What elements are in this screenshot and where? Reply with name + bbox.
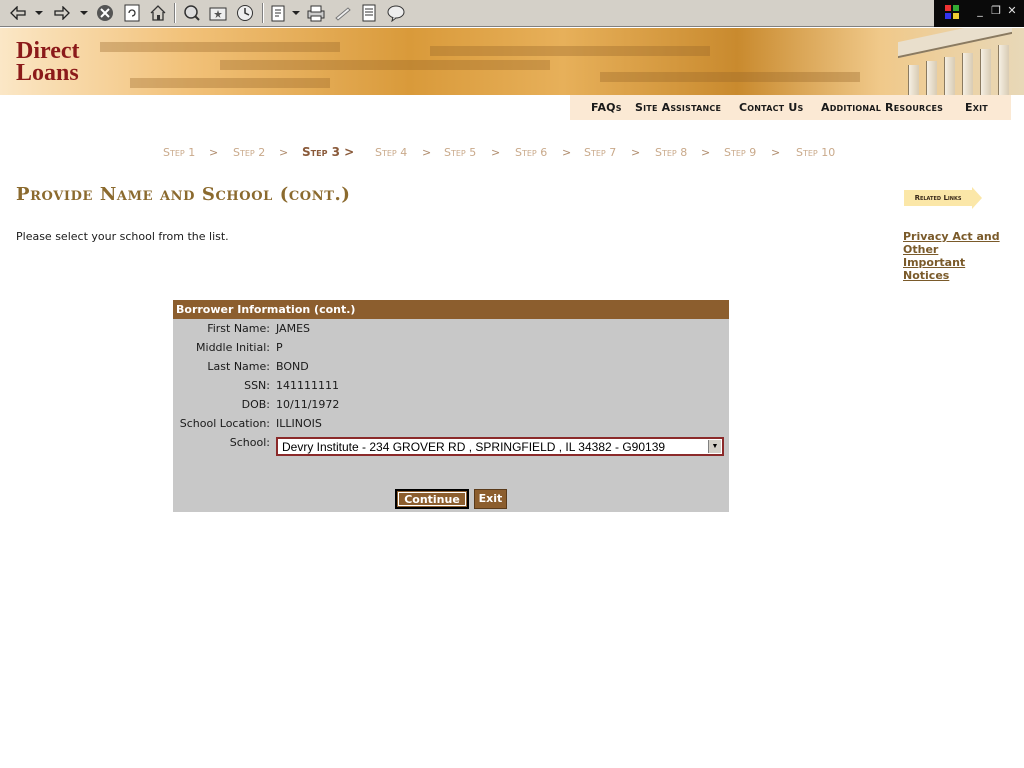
dob-label: DOB: [241,398,270,411]
field-row: Last Name: BOND [173,360,729,376]
step-7: Step 7 [584,146,617,159]
step-5: Step 5 [444,146,477,159]
forward-icon[interactable] [52,3,72,23]
window-controls: _ ❐ ✕ [934,0,1024,27]
field-row: School Location: ILLINOIS [173,417,729,433]
top-navigation: FAQs Site Assistance Contact Us Addition… [570,95,1011,120]
browser-toolbar [0,0,934,27]
field-row: First Name: JAMES [173,322,729,338]
nav-site-assistance[interactable]: Site Assistance [635,101,721,114]
home-icon[interactable] [148,3,168,23]
nav-exit[interactable]: Exit [965,101,988,114]
ssn-value: 141111111 [276,379,339,392]
step-1: Step 1 [163,146,196,159]
nav-faqs[interactable]: FAQs [591,101,622,114]
nav-contact-us[interactable]: Contact Us [739,101,803,114]
windows-logo-icon [944,4,960,20]
step-2: Step 2 [233,146,266,159]
first-name-label: First Name: [207,322,270,335]
middle-initial-label: Middle Initial: [196,341,270,354]
related-icon[interactable] [386,3,406,23]
back-icon[interactable] [8,3,28,23]
ssn-label: SSN: [244,379,270,392]
field-row: SSN: 141111111 [173,379,729,395]
dob-value: 10/11/1972 [276,398,340,411]
step-separator: > [771,146,781,159]
arrow-right-icon [972,187,982,209]
step-separator: > [209,146,219,159]
search-icon[interactable] [182,3,202,23]
nav-additional-resources[interactable]: Additional Resources [821,101,943,114]
step-3-current: Step 3 > [302,145,355,159]
step-6: Step 6 [515,146,548,159]
borrower-info-panel: Borrower Information (cont.) First Name:… [173,300,729,512]
favorites-icon[interactable] [208,3,228,23]
step-10: Step 10 [796,146,836,159]
toolbar-separator [262,3,264,23]
exit-button[interactable]: Exit [474,489,507,509]
step-8: Step 8 [655,146,688,159]
page-title: Provide Name and School (cont.) [16,184,351,205]
related-links-tag: Related Links [904,187,982,209]
step-separator: > [491,146,501,159]
chevron-down-icon[interactable]: ▼ [708,440,721,453]
print-icon[interactable] [306,3,326,23]
field-row: DOB: 10/11/1972 [173,398,729,414]
step-separator: > [701,146,711,159]
refresh-icon[interactable] [122,3,142,23]
school-select[interactable]: Devry Institute - 234 GROVER RD , SPRING… [276,437,724,456]
building-columns-image [880,28,1012,95]
edit-dropdown-icon[interactable] [290,3,302,23]
step-4: Step 4 [375,146,408,159]
direct-loans-logo: Direct Loans [16,38,80,86]
continue-button[interactable]: Continue [395,489,469,509]
step-separator: > [422,146,432,159]
forward-dropdown-icon[interactable] [78,3,90,23]
step-9: Step 9 [724,146,757,159]
history-icon[interactable] [235,3,255,23]
middle-initial-value: P [276,341,283,354]
step-separator: > [562,146,572,159]
minimize-icon[interactable]: _ [974,5,986,17]
close-icon[interactable]: ✕ [1006,5,1018,17]
stop-icon[interactable] [95,3,115,23]
field-row: Middle Initial: P [173,341,729,357]
toolbar-separator [174,3,176,23]
discuss-icon[interactable] [333,3,353,23]
step-progress: Step 1 > Step 2 > Step 3 > Step 4 > Step… [0,145,1024,162]
edit-icon[interactable] [269,3,289,23]
last-name-value: BOND [276,360,309,373]
restore-icon[interactable]: ❐ [990,5,1002,17]
messenger-icon[interactable] [359,3,379,23]
school-label: School: [229,436,270,449]
related-links-label: Related Links [904,190,972,206]
back-dropdown-icon[interactable] [33,3,45,23]
school-select-value: Devry Institute - 234 GROVER RD , SPRING… [282,440,666,454]
school-location-value: ILLINOIS [276,417,322,430]
instruction-text: Please select your school from the list. [16,230,229,243]
school-location-label: School Location: [179,417,270,430]
panel-header: Borrower Information (cont.) [173,300,729,319]
last-name-label: Last Name: [207,360,270,373]
privacy-notices-link[interactable]: Privacy Act and Other Important Notices [903,230,1003,282]
step-separator: > [279,146,289,159]
step-separator: > [631,146,641,159]
first-name-value: JAMES [276,322,310,335]
site-banner: Direct Loans [0,28,1024,95]
